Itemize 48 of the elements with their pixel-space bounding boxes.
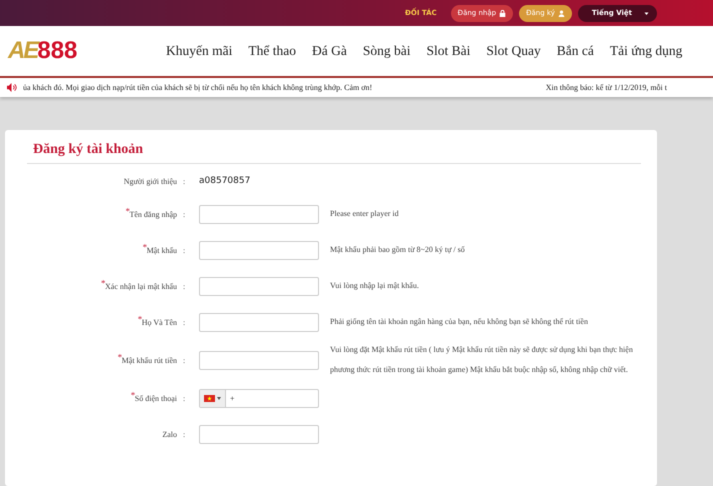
nav-link[interactable]: Thể thao [240,43,304,59]
colon: : [182,430,186,438]
colon: : [182,282,186,290]
form-title: Đăng ký tài khoản [27,138,641,164]
nav-link[interactable]: Tải ứng dụng [602,43,690,59]
required-mark: * [101,278,106,288]
required-mark: * [142,242,148,252]
colon: : [182,318,186,326]
field-hint: Vui lòng nhập lại mật khẩu. [329,280,420,292]
announcement-text: Xin thông báo: kể từ 1/12/2019, mỗi t [546,83,667,92]
user-icon [558,10,565,16]
field-hint: Mật khẩu phải bao gồm từ 8~20 ký tự / số [329,244,466,256]
field-label: Zalo [162,430,177,438]
input-field[interactable] [199,204,319,224]
caret-icon[interactable] [217,396,221,400]
input-field[interactable] [199,312,319,332]
flag-icon [204,394,215,402]
colon: : [182,246,186,254]
input-field[interactable] [199,350,319,370]
required-mark: * [130,390,136,400]
colon: : [182,210,186,218]
colon: : [182,394,186,402]
speaker-icon [6,83,17,92]
field-hint: Vui lòng đặt Mật khẩu rút tiền ( lưu ý Mật khẩu rút tiền này sẽ được sử dụng khi bạn thực hiện phương thức rút tiền trong tài khoản game) Mật khẩu bắt buộc nhập số, không nhập chữ viết. [329,344,634,376]
lock-icon [499,10,506,16]
notice-text: ủa khách đó. Mọi giao dịch nạp/rút tiền của khách sẽ bị từ chối nếu họ tên khách không trùng khớp. Cảm ơn! [23,83,374,92]
input-field[interactable] [199,240,319,260]
nav-link[interactable]: Bắn cá [548,43,602,59]
required-mark: * [118,352,122,362]
nav-link[interactable]: Sòng bài [354,43,418,59]
required-mark: * [138,314,142,324]
phone-field[interactable]: + [199,388,319,408]
referrer-value: a08570857 [199,176,252,186]
nav-link[interactable]: Slot Bài [418,43,478,59]
phone-value: + [229,394,235,402]
input-field[interactable] [199,424,319,444]
logo[interactable]: AE888 [8,37,158,65]
colon: : [182,356,186,364]
caret-icon [644,10,649,16]
field-hint: Phải giống tên tài khoản ngân hàng của bạn, nếu không bạn sẽ không thể rút tiền [329,316,589,328]
field-hint: Please enter player id [329,208,400,220]
nav-link[interactable]: Đá Gà [304,43,355,59]
nav-link[interactable]: Khuyến mãi [158,43,240,59]
required-mark: * [125,206,130,216]
nav-link[interactable]: Slot Quay [478,43,549,59]
input-field[interactable] [199,276,319,296]
field-label: Người giới thiệu [124,176,177,186]
colon: : [182,176,186,186]
